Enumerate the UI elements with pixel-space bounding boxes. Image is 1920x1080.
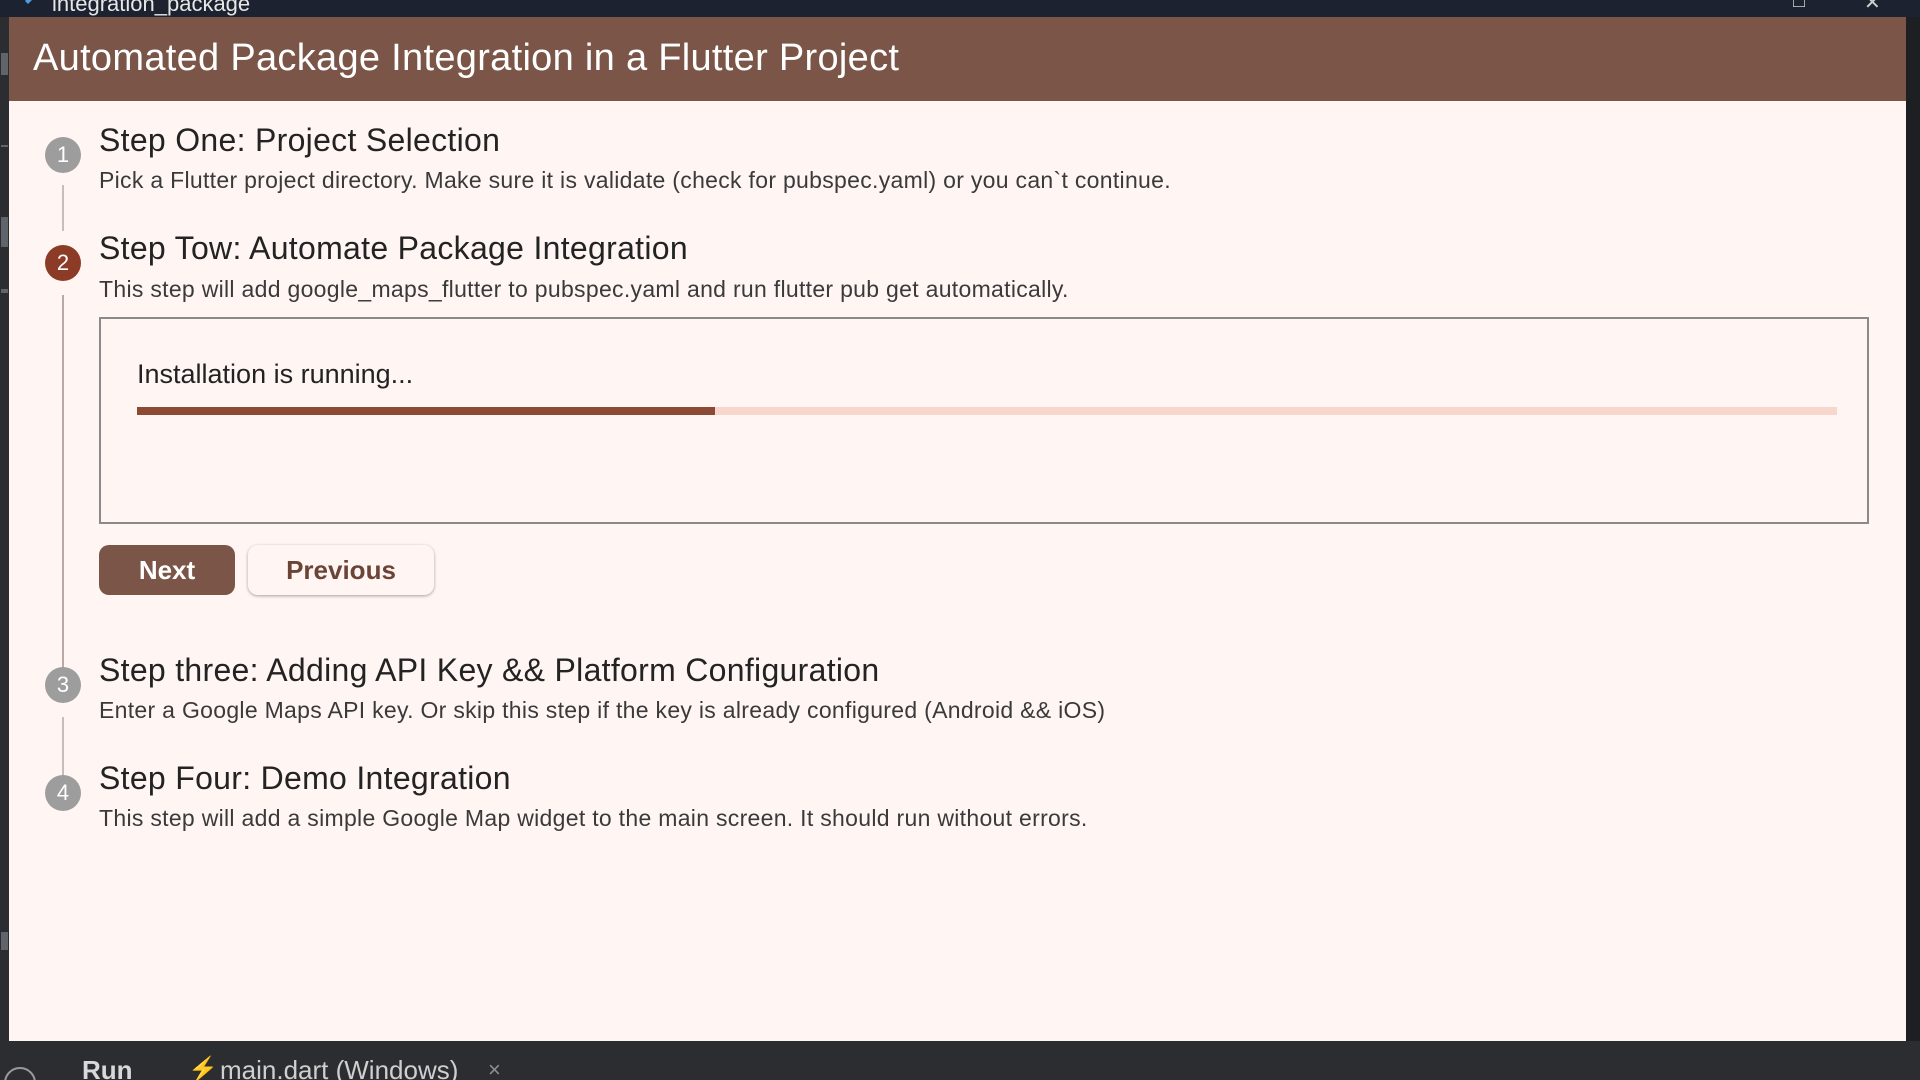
step-3-indicator[interactable]: 3 [45,667,81,703]
installation-panel: Installation is running... [99,317,1869,524]
step-3-description: Enter a Google Maps API key. Or skip thi… [99,697,1106,723]
close-window-icon[interactable]: ✕ [1864,0,1881,15]
step-3-title[interactable]: Step three: Adding API Key && Platform C… [99,652,880,689]
strip-marker [1,145,8,147]
ide-run-bar: Run ⚡ main.dart (Windows) × [0,1041,1920,1080]
strip-marker [1,932,8,950]
maximize-icon[interactable]: □ [1793,0,1805,13]
ide-side-strip [0,17,9,1041]
step-connector [62,295,64,669]
run-config-tab[interactable]: main.dart (Windows) [220,1055,458,1080]
step-connector [62,717,64,777]
step-1-indicator[interactable]: 1 [45,137,81,173]
page-title: Automated Package Integration in a Flutt… [33,37,900,79]
previous-button[interactable]: Previous [248,545,434,595]
window-title: integration_package [52,0,251,16]
next-button[interactable]: Next [99,545,235,595]
close-tab-icon[interactable]: × [488,1057,501,1080]
strip-marker [1,289,8,293]
app-bar: Automated Package Integration in a Flutt… [9,17,1906,101]
run-tab[interactable]: Run [82,1055,133,1080]
step-2-title[interactable]: Step Tow: Automate Package Integration [99,230,688,267]
step-4-description: This step will add a simple Google Map w… [99,805,1088,831]
step-4-title[interactable]: Step Four: Demo Integration [99,760,511,797]
strip-marker [1,217,8,247]
step-4-indicator[interactable]: 4 [45,775,81,811]
progress-fill [137,407,715,415]
step-2-description: This step will add google_maps_flutter t… [99,276,1069,302]
step-2-indicator[interactable]: 2 [45,245,81,281]
installation-status: Installation is running... [137,359,414,389]
step-connector [62,185,64,231]
flutter-app-icon [25,0,32,4]
globe-icon [4,1067,36,1080]
installation-progress-bar [137,407,1837,415]
window-titlebar: integration_package □ ✕ [0,0,1920,17]
step-1-title[interactable]: Step One: Project Selection [99,122,500,159]
app-window: Automated Package Integration in a Flutt… [9,17,1906,1041]
step-1-description: Pick a Flutter project directory. Make s… [99,167,1171,193]
strip-marker [1,53,8,75]
flutter-icon: ⚡ [188,1056,218,1080]
